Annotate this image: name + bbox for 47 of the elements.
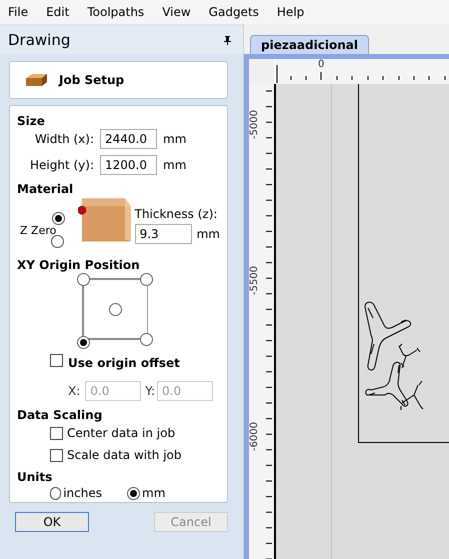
section-heading: Data Scaling: [17, 407, 104, 421]
checkbox[interactable]: [50, 448, 63, 462]
menu-item[interactable]: Toolpaths: [87, 3, 144, 21]
radio-button[interactable]: [127, 486, 140, 500]
ruler-label: 0: [318, 60, 324, 70]
material-block-drawing: [78, 196, 132, 242]
origin-point[interactable]: [76, 336, 90, 349]
section-heading: XY Origin Position: [17, 257, 141, 271]
field-label: Height (y):: [29, 157, 95, 174]
unit-label: mm: [196, 226, 220, 243]
radio-label: inches: [63, 485, 102, 502]
unit-label: mm: [163, 131, 186, 148]
menu-item[interactable]: Gadgets: [208, 3, 259, 21]
job-setup-button[interactable]: Job Setup: [9, 61, 228, 99]
ruler-label: -5000: [250, 110, 260, 140]
pin-icon[interactable]: [224, 36, 231, 44]
z-zero-label: Z Zero: [20, 223, 56, 239]
menu-item[interactable]: Edit: [46, 3, 70, 21]
radio-label: mm: [142, 485, 166, 502]
menu-item[interactable]: Help: [276, 3, 304, 21]
checkbox-label: Center data in job: [67, 425, 176, 442]
checkbox[interactable]: [50, 426, 63, 440]
radio-button[interactable]: [51, 235, 64, 248]
section-heading: Units: [17, 469, 54, 483]
menu-item[interactable]: File: [8, 3, 28, 21]
checkbox-label: Scale data with job: [67, 447, 182, 464]
x-label: X:: [68, 383, 80, 400]
section-heading: Material: [17, 181, 74, 195]
thickness-field[interactable]: 9.3: [134, 224, 192, 244]
radio-button[interactable]: [52, 212, 65, 225]
checkbox-label: Use origin offset: [68, 355, 180, 372]
ruler-label: -6000: [250, 422, 260, 452]
ruler-label: -5500: [250, 266, 260, 296]
unit-label: mm: [163, 157, 186, 174]
size-field[interactable]: 1200.0: [100, 155, 157, 175]
field-label: Width (x):: [34, 131, 95, 148]
panel-title: Drawing: [8, 30, 70, 51]
document-tab[interactable]: piezaadicional: [250, 35, 369, 54]
size-field[interactable]: 2440.0: [100, 129, 157, 149]
wood-block-icon: [26, 74, 47, 86]
thickness-label: Thickness (z):: [134, 206, 218, 223]
checkbox[interactable]: [50, 354, 63, 367]
y-label: Y:: [145, 383, 156, 400]
ok-button[interactable]: OK: [15, 512, 89, 532]
section-heading: Size: [17, 113, 46, 127]
radio-button[interactable]: [50, 486, 62, 500]
menu-item[interactable]: View: [162, 3, 191, 21]
